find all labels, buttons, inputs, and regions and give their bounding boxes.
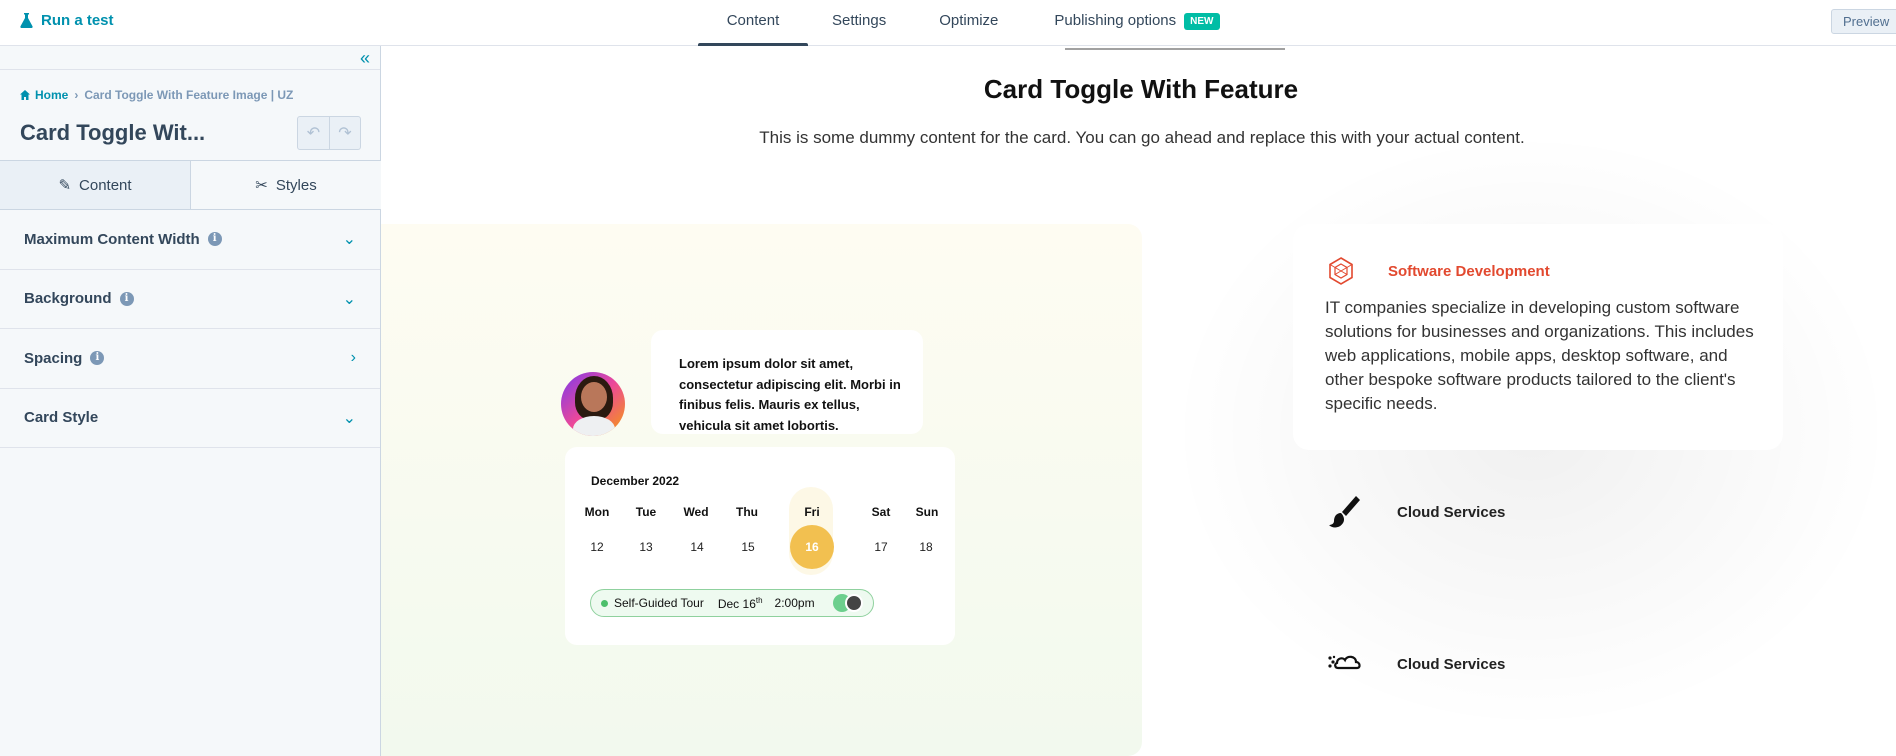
message-bubble: Lorem ipsum dolor sit amet, consectetur … (651, 330, 923, 434)
tab-publishing-label: Publishing options (1054, 12, 1177, 29)
preview-button[interactable]: Preview (1831, 9, 1896, 34)
breadcrumb-current: Card Toggle With Feature Image | UZ (84, 88, 294, 102)
weekday-label: Wed (683, 505, 709, 519)
module-title: Card Toggle Wit... (20, 120, 206, 145)
flask-icon (20, 13, 33, 28)
tour-date-suffix: th (755, 595, 763, 605)
card-title: Cloud Services (1397, 503, 1506, 521)
attendee-avatars (833, 594, 863, 612)
info-icon[interactable]: i (119, 291, 134, 306)
new-badge: NEW (1184, 13, 1220, 30)
cloud-icon (1328, 655, 1361, 670)
clipped-content (1065, 46, 1285, 50)
section-label: Maximum Content Width (24, 230, 200, 248)
section-maximum-content-width[interactable]: Maximum Content Width i ⌄ (0, 210, 380, 270)
tour-date: Dec 16th (718, 596, 763, 611)
weekday-label: Sat (871, 505, 891, 519)
toggle-card-item[interactable]: Cloud Services (1326, 494, 1505, 530)
calendar-date[interactable]: 17 (861, 540, 901, 554)
calendar-date[interactable]: 12 (577, 540, 617, 554)
section-label: Background (24, 290, 112, 308)
info-icon[interactable]: i (90, 351, 105, 366)
card-title: Cloud Services (1397, 655, 1506, 673)
hexagon-network-icon (1329, 257, 1353, 285)
breadcrumb-home-label: Home (35, 88, 69, 102)
breadcrumb-separator-icon: › (74, 88, 79, 102)
run-test-label: Run a test (41, 12, 114, 29)
section-card-style[interactable]: Card Style ⌄ (0, 389, 380, 448)
styles-brush-icon: ✂ (255, 177, 268, 194)
section-label: Spacing (24, 349, 83, 367)
sidebar-tab-content[interactable]: ✎ Content (0, 161, 191, 209)
weekday-label: Mon (584, 505, 610, 519)
chevron-down-icon: ⌄ (342, 290, 356, 308)
page-preview[interactable]: Card Toggle With Feature This is some du… (381, 46, 1896, 756)
section-background[interactable]: Background i ⌄ (0, 270, 380, 329)
weekday-label: Tue (635, 505, 657, 519)
info-icon[interactable]: i (207, 232, 222, 247)
user-avatar (561, 372, 625, 436)
calendar-month: December 2022 (591, 474, 680, 488)
sidebar-tabs: ✎ Content ✂ Styles (0, 160, 381, 210)
chevron-down-icon: ⌄ (342, 409, 356, 427)
status-dot-icon (601, 599, 608, 607)
undo-redo-group: ↶ ↷ (297, 116, 361, 150)
calendar-date[interactable]: 18 (906, 540, 946, 554)
tab-optimize[interactable]: Optimize (939, 0, 998, 46)
calendar-date[interactable]: 15 (728, 540, 768, 554)
breadcrumb-home[interactable]: Home (20, 88, 68, 102)
calendar-date[interactable]: 14 (677, 540, 717, 554)
redo-icon[interactable]: ↷ (329, 117, 360, 149)
calendar-date-selected[interactable]: 16 (792, 540, 832, 554)
tab-settings[interactable]: Settings (832, 0, 886, 46)
pencil-icon: ✎ (58, 177, 72, 194)
module-description: This is some dummy content for the card.… (759, 128, 1525, 147)
tour-booking-pill: Self-Guided Tour Dec 16th 2:00pm (590, 589, 874, 617)
tour-date-text: Dec 16 (717, 596, 756, 611)
sidebar-tab-styles[interactable]: ✂ Styles (191, 161, 381, 209)
run-test-button[interactable]: Run a test (20, 12, 114, 29)
calendar-date[interactable]: 13 (626, 540, 666, 554)
weekday-label: Thu (736, 505, 758, 519)
tab-content[interactable]: Content (698, 0, 808, 47)
card-text: IT companies specialize in developing cu… (1325, 298, 1754, 413)
sidebar-tab-content-label: Content (79, 176, 132, 194)
chevron-right-icon: › (350, 349, 356, 367)
chevron-down-icon: ⌄ (342, 231, 356, 249)
section-label: Card Style (24, 409, 99, 427)
calendar-widget: December 2022 Mon Tue Wed Thu Fri Sat Su… (565, 447, 955, 645)
tour-label: Self-Guided Tour (614, 596, 704, 610)
toggle-card-item[interactable]: Cloud Services (1326, 646, 1505, 682)
tab-publishing-options[interactable]: Publishing options NEW (1054, 0, 1220, 46)
toggle-card-active[interactable]: Software Development IT companies specia… (1293, 224, 1783, 450)
section-spacing[interactable]: Spacing i › (0, 329, 380, 389)
card-heading: Software Development (1388, 263, 1550, 280)
tour-time: 2:00pm (774, 596, 815, 610)
weekday-label: Sun (915, 505, 939, 519)
paintbrush-icon (1329, 496, 1360, 528)
style-sections: Maximum Content Width i ⌄ Background i ⌄… (0, 210, 380, 448)
breadcrumb: Home › Card Toggle With Feature Image | … (20, 88, 293, 102)
module-heading: Card Toggle With Feature (983, 74, 1299, 104)
undo-icon[interactable]: ↶ (298, 117, 329, 149)
sidebar-tab-styles-label: Styles (275, 176, 317, 194)
sidebar-collapse-row: « (0, 46, 380, 70)
module-sidebar: « Home › Card Toggle With Feature Image … (0, 46, 381, 756)
top-bar: Run a test Content Settings Optimize Pub… (0, 0, 1896, 47)
collapse-sidebar-icon[interactable]: « (360, 48, 370, 69)
home-icon (20, 90, 30, 100)
editor-tabs: Content Settings Optimize Publishing opt… (698, 0, 1220, 47)
weekday-label: Fri (804, 505, 820, 519)
